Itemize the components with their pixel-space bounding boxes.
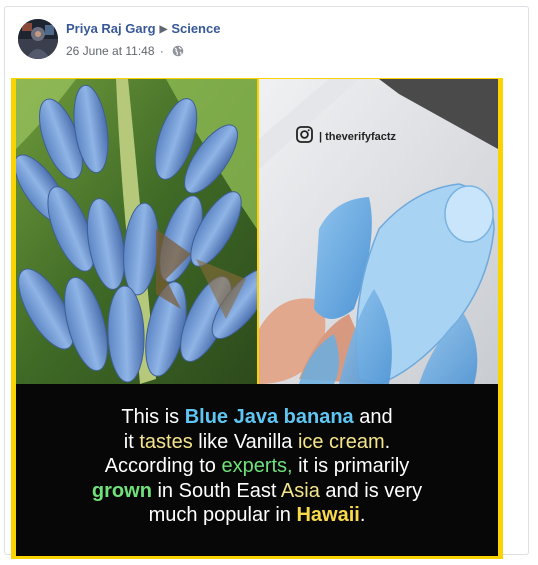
post-meta: 26 June at 11:48 · (66, 44, 184, 60)
watermark: | theverifyfactz (296, 126, 397, 148)
arrow-right-icon: ▶ (159, 24, 168, 35)
caption-line-4: grown in South East Asia and is very (91, 479, 423, 502)
avatar[interactable] (18, 19, 58, 59)
peeled-banana-photo (259, 79, 498, 384)
timestamp[interactable]: 26 June at 11:48 (66, 44, 155, 58)
group-link[interactable]: Science (171, 21, 220, 36)
caption-line-2: it tastes like Vanilla ice cream. (123, 430, 391, 453)
caption-line-1: This is Blue Java banana and (121, 406, 393, 428)
author-link[interactable]: Priya Raj Garg (66, 21, 156, 36)
avatar-photo (18, 19, 58, 59)
caption-line-5: much popular in Hawaii. (148, 504, 366, 526)
caption-line-3: According to experts, it is primarily (104, 455, 410, 477)
watermark-handle: | theverifyfactz (319, 131, 397, 143)
blue-banana-bunch-photo (16, 79, 257, 384)
post-card: Priya Raj Garg ▶ Science 26 June at 11:48 … (4, 6, 529, 559)
globe-icon (172, 45, 184, 60)
post-image[interactable]: | theverifyfactz This is Blue Java banan… (11, 78, 503, 559)
meta-separator: · (159, 44, 164, 58)
image-caption: This is Blue Java banana and it tastes l… (16, 384, 498, 556)
post-header: Priya Raj Garg ▶ Science (66, 21, 220, 36)
instagram-icon (296, 126, 313, 148)
